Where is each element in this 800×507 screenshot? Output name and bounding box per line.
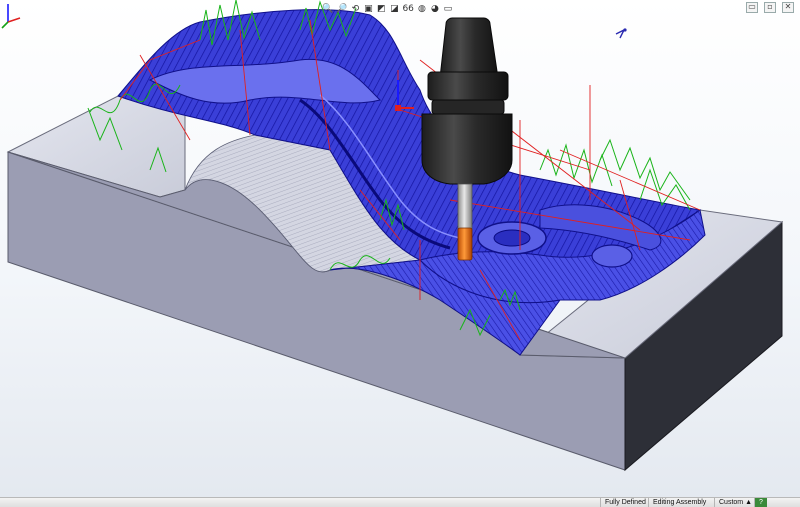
status-mode: Editing Assembly <box>648 498 710 507</box>
graphics-viewport[interactable]: 🔍 🔎 ⟲ ▣ ◩ ◪ 66 ◍ ◕ ▭ ▭ ▫ ✕ <box>0 0 800 497</box>
pocket-boss-hole <box>493 229 531 247</box>
scene-icon[interactable]: ◕ <box>430 4 440 14</box>
previous-view-icon[interactable]: ⟲ <box>350 4 360 14</box>
zoom-fit-icon[interactable]: 🔍 <box>322 4 333 14</box>
viewport-window-controls: ▭ ▫ ✕ <box>746 2 794 13</box>
view-orientation-icon[interactable]: ◩ <box>376 4 386 14</box>
tool-shank <box>457 183 473 231</box>
close-icon[interactable]: ✕ <box>782 2 794 13</box>
model-canvas <box>6 0 784 472</box>
hide-show-icon[interactable]: 66 <box>402 4 413 14</box>
help-icon[interactable]: ? <box>754 498 767 507</box>
pocket-small-boss <box>591 244 633 268</box>
status-definition: Fully Defined <box>600 498 650 507</box>
tool-cutter <box>457 227 473 261</box>
units-label: Custom <box>719 499 744 506</box>
restore-icon[interactable]: ▭ <box>746 2 758 13</box>
minimize-icon[interactable]: ▫ <box>764 2 776 13</box>
coordinate-triad-icon <box>1 4 21 29</box>
status-bar: Fully Defined Editing Assembly Custom ▲ … <box>0 497 800 507</box>
light-direction-marker <box>615 28 627 39</box>
tool-holder-cone <box>439 17 499 79</box>
section-view-icon[interactable]: ▣ <box>363 4 373 14</box>
chevron-up-icon: ▲ <box>745 499 753 506</box>
edit-appearance-icon[interactable]: ◍ <box>417 4 427 14</box>
tool-holder-body <box>421 113 513 185</box>
units-selector[interactable]: Custom ▲ <box>714 498 756 507</box>
tool-holder-flange <box>431 99 505 115</box>
tool-holder-collar <box>427 71 509 101</box>
view-settings-icon[interactable]: ▭ <box>443 4 453 14</box>
heads-up-view-toolbar: 🔍 🔎 ⟲ ▣ ◩ ◪ 66 ◍ ◕ ▭ <box>322 2 453 16</box>
zoom-area-icon[interactable]: 🔎 <box>336 4 347 14</box>
display-style-icon[interactable]: ◪ <box>389 4 399 14</box>
cam-application: 🔍 🔎 ⟲ ▣ ◩ ◪ 66 ◍ ◕ ▭ ▭ ▫ ✕ Fully Defined… <box>0 0 800 507</box>
